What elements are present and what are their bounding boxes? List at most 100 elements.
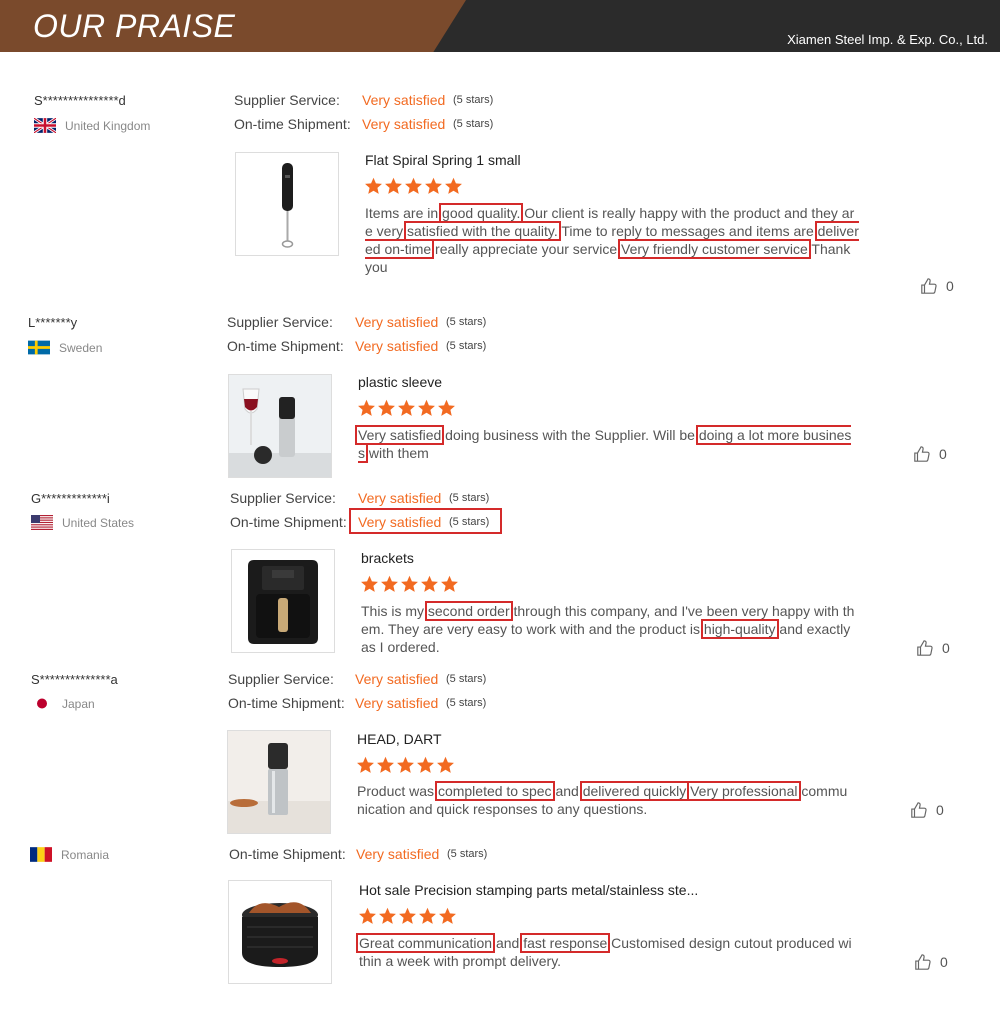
product-title[interactable]: Hot sale Precision stamping parts metal/…: [359, 882, 698, 898]
star-icon: [360, 575, 379, 593]
supplier-service-stars: (5 stars): [449, 492, 490, 504]
ontime-shipment-value: Very satisfied: [355, 338, 439, 354]
supplier-service-label: Supplier Service:: [228, 671, 334, 687]
highlighted-phrase: Great communication: [356, 933, 496, 953]
romania-flag-icon: [30, 847, 52, 862]
star-icon: [444, 177, 463, 195]
review-text-segment: Time to reply to messages and items are: [557, 223, 818, 239]
buyer-country: Romania: [30, 847, 109, 862]
star-icon: [436, 756, 455, 774]
star-icon: [416, 756, 435, 774]
like-count: 0: [942, 640, 950, 656]
ontime-shipment-stars: (5 stars): [449, 516, 490, 528]
star-icon: [357, 399, 376, 417]
review-text-segment: really appreciate your service: [431, 241, 622, 257]
country-label: Sweden: [59, 340, 103, 355]
like-button[interactable]: 0: [910, 801, 944, 819]
review-text: This is my second order through this com…: [361, 601, 857, 656]
ontime-shipment-value: Very satisfied: [356, 846, 440, 862]
highlighted-phrase: delivered quickly: [579, 781, 690, 801]
ontime-shipment-label: On-time Shipment:: [227, 338, 344, 354]
buyer-name: G*************i: [31, 491, 110, 506]
page-title: OUR PRAISE: [33, 8, 236, 44]
ontime-shipment-label: On-time Shipment:: [228, 695, 345, 711]
highlighted-phrase: high-quality: [700, 619, 779, 639]
like-button[interactable]: 0: [913, 445, 947, 463]
product-title[interactable]: Flat Spiral Spring 1 small: [365, 152, 521, 168]
japan-flag-icon: [31, 696, 53, 711]
supplier-service-stars: (5 stars): [446, 316, 487, 328]
star-icon: [438, 907, 457, 925]
like-count: 0: [940, 954, 948, 970]
like-button[interactable]: 0: [914, 953, 948, 971]
supplier-service-value: Very satisfied: [355, 314, 439, 330]
supplier-service-stars: (5 stars): [453, 94, 494, 106]
star-icon: [397, 399, 416, 417]
company-name: Xiamen Steel Imp. & Exp. Co., Ltd.: [787, 32, 988, 47]
star-icon: [396, 756, 415, 774]
supplier-service-label: Supplier Service:: [234, 92, 340, 108]
star-icon: [380, 575, 399, 593]
like-count: 0: [936, 802, 944, 818]
uk-flag-icon: [34, 118, 56, 133]
thumbs-up-icon: [913, 445, 931, 463]
rating-stars: [364, 177, 463, 195]
star-icon: [404, 177, 423, 195]
star-icon: [398, 907, 417, 925]
ontime-shipment-label: On-time Shipment:: [234, 116, 351, 132]
supplier-service-value: Very satisfied: [355, 671, 439, 687]
star-icon: [418, 907, 437, 925]
star-icon: [364, 177, 383, 195]
ontime-shipment-stars: (5 stars): [446, 340, 487, 352]
star-icon: [384, 177, 403, 195]
review-text-segment: Product was: [357, 783, 438, 799]
review-text-segment: Items are in: [365, 205, 443, 221]
star-icon: [417, 399, 436, 417]
star-icon: [440, 575, 459, 593]
product-title[interactable]: plastic sleeve: [358, 374, 442, 390]
review-text: Product was completed to spec and delive…: [357, 781, 853, 818]
product-title[interactable]: brackets: [361, 550, 414, 566]
buyer-name: S***************d: [34, 93, 126, 108]
rating-stars: [357, 399, 456, 417]
star-icon: [358, 907, 377, 925]
highlighted-phrase: second order: [424, 601, 513, 621]
country-label: Romania: [61, 847, 110, 862]
product-image-milk-frother[interactable]: [235, 152, 339, 256]
product-title[interactable]: HEAD, DART: [357, 731, 442, 747]
star-icon: [378, 907, 397, 925]
page-header: OUR PRAISE Xiamen Steel Imp. & Exp. Co.,…: [0, 0, 1000, 52]
supplier-service-label: Supplier Service:: [227, 314, 333, 330]
like-button[interactable]: 0: [920, 277, 954, 295]
review-text-segment: and: [551, 783, 583, 799]
highlighted-phrase: fast response: [520, 933, 611, 953]
product-image-air-fryer[interactable]: [231, 549, 335, 653]
sweden-flag-icon: [28, 340, 50, 355]
product-image-wine-opener[interactable]: [228, 374, 332, 478]
rating-stars: [360, 575, 459, 593]
supplier-service-value: Very satisfied: [358, 490, 442, 506]
buyer-country: United States: [31, 515, 134, 530]
review-text-segment: with them: [365, 445, 429, 461]
like-count: 0: [939, 446, 947, 462]
star-icon: [400, 575, 419, 593]
ontime-shipment-label: On-time Shipment:: [229, 846, 346, 862]
product-image-grinder[interactable]: [227, 730, 331, 834]
highlighted-phrase: satisfied with the quality.: [404, 221, 561, 241]
highlighted-phrase: Very professional: [687, 781, 801, 801]
ontime-shipment-value: Very satisfied: [358, 514, 442, 530]
buyer-country: United Kingdom: [34, 118, 150, 133]
rating-stars: [356, 756, 455, 774]
thumbs-up-icon: [910, 801, 928, 819]
ontime-shipment-value: Very satisfied: [362, 116, 446, 132]
ontime-shipment-value: Very satisfied: [355, 695, 439, 711]
like-count: 0: [946, 278, 954, 294]
product-image-grill[interactable]: [228, 880, 332, 984]
like-button[interactable]: 0: [916, 639, 950, 657]
us-flag-icon: [31, 515, 53, 530]
supplier-service-stars: (5 stars): [446, 673, 487, 685]
ontime-shipment-stars: (5 stars): [447, 848, 488, 860]
ontime-shipment-label: On-time Shipment:: [230, 514, 347, 530]
review-text: Very satisfied doing business with the S…: [355, 425, 854, 463]
ontime-shipment-stars: (5 stars): [453, 118, 494, 130]
